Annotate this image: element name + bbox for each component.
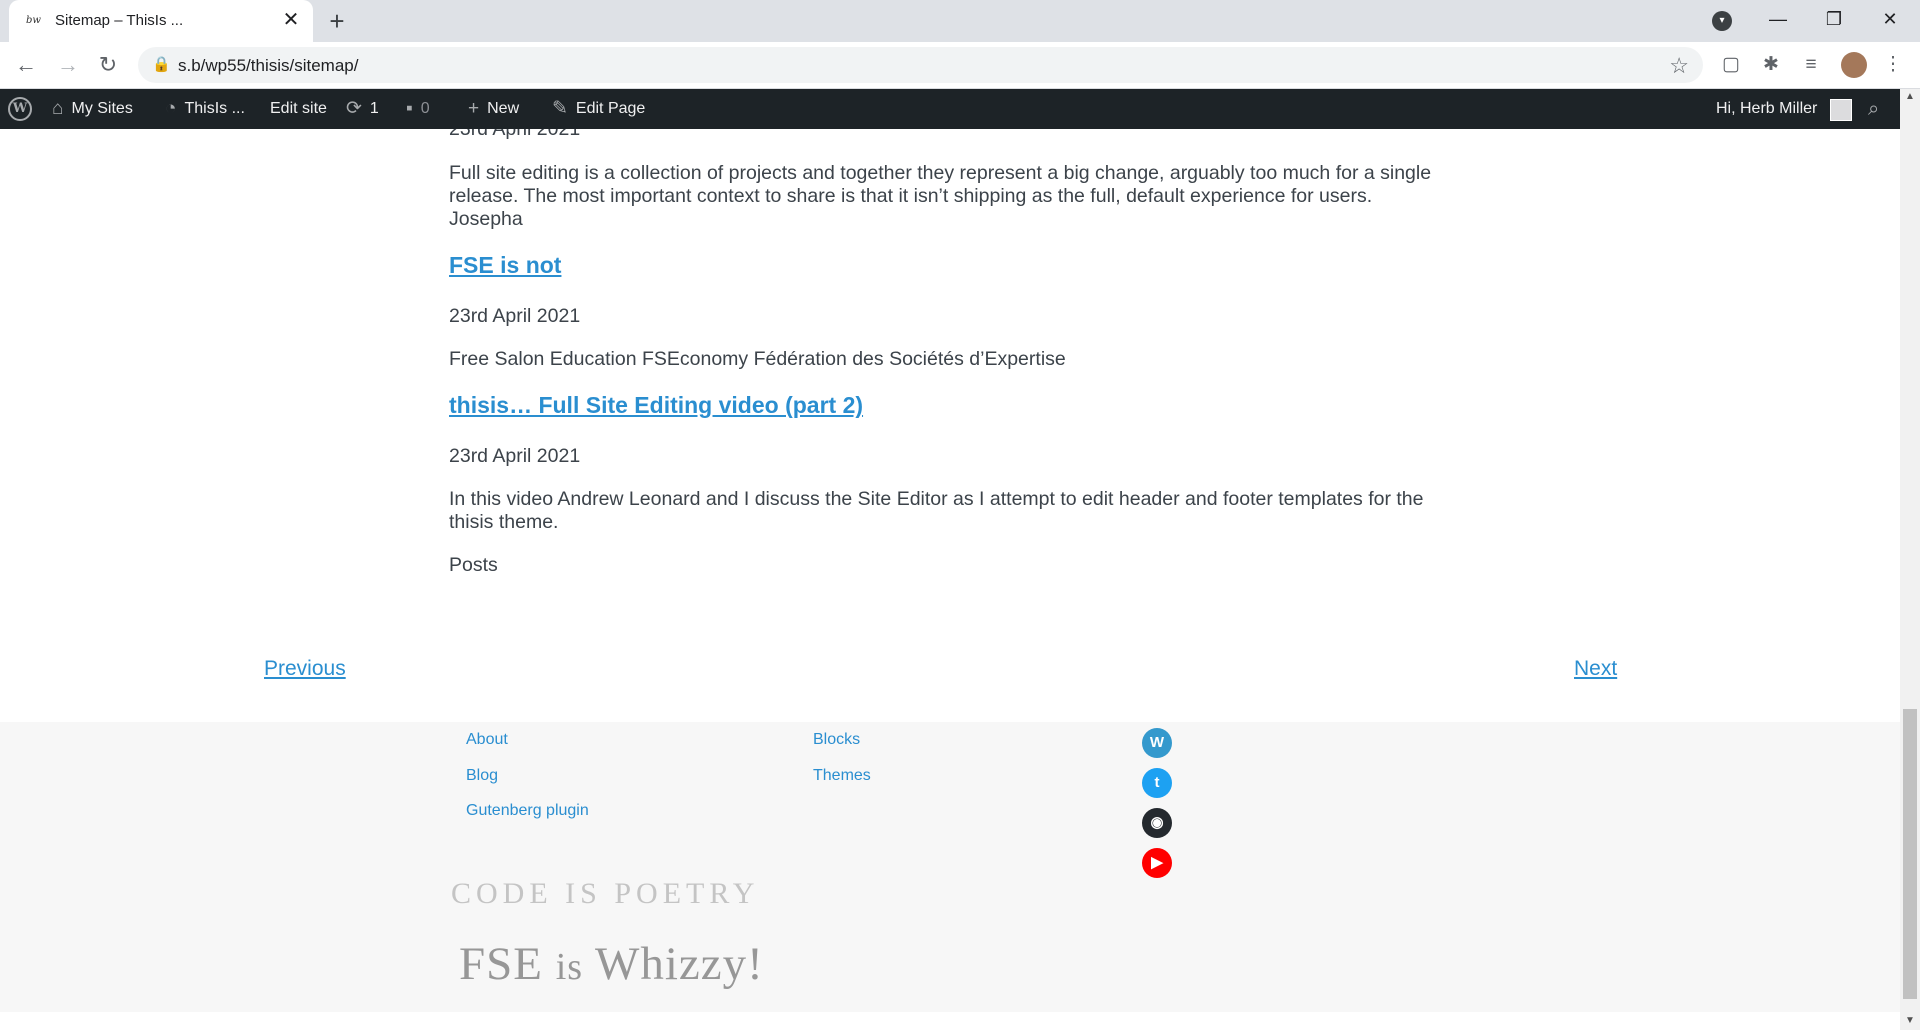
browser-tab[interactable]: bw Sitemap – ThisIs ... ✕ [9,0,313,42]
extensions-puzzle-icon[interactable]: ✱ [1758,52,1784,78]
my-sites-label: My Sites [71,100,133,118]
my-sites-icon: ⌂ [52,98,64,119]
tab-title: Sitemap – ThisIs ... [55,12,184,29]
updates-count: 1 [369,100,379,118]
post-excerpt: Free Salon Education FSEconomy Fédératio… [449,348,1066,370]
wp-admin-bar: W ⌂ My Sites ◔ ThisIs ... Edit site ⟳ 1 ▪ 0 … [0,89,1900,129]
lock-icon: 🔒 [152,56,171,73]
footer-link-gutenberg[interactable]: Gutenberg plugin [466,802,589,820]
profile-avatar[interactable] [1841,52,1867,78]
post-title-link[interactable]: FSE is not [449,254,561,277]
scrollbar-thumb[interactable] [1903,709,1917,999]
page-viewport: 23rd April 2021 Full site editing is a c… [0,129,1900,1030]
plus-icon: + [468,98,480,119]
site-name-label: ThisIs ... [184,100,245,118]
new-content-menu[interactable]: + New [468,89,519,129]
twitter-social-icon[interactable]: t [1142,768,1172,798]
address-bar[interactable]: 🔒 s.b/wp55/thisis/sitemap/ ☆ [138,47,1703,83]
site-title-part: is [555,946,584,988]
edit-page-link[interactable]: ✎ Edit Page [552,89,645,129]
edit-site-link[interactable]: Edit site [270,89,327,129]
footer-link-about[interactable]: About [466,731,508,749]
user-greeting: Hi, Herb Miller [1716,100,1818,117]
restore-button[interactable]: ❐ [1806,0,1862,38]
my-sites-menu[interactable]: ⌂ My Sites [52,89,133,129]
site-title-part: Whizzy! [595,938,764,990]
updates-icon: ⟳ [346,98,362,119]
comments-icon: ▪ [406,98,413,119]
bookmark-star-icon[interactable]: ☆ [1669,53,1689,79]
post-date: 23rd April 2021 [449,305,581,327]
comments-menu[interactable]: ▪ 0 [406,89,430,129]
media-control-icon[interactable]: ≡ [1798,52,1824,78]
post-date: 23rd April 2021 [449,129,581,140]
site-tagline: CODE IS POETRY [451,877,760,910]
post-excerpt: In this video Andrew Leonard and I discu… [449,488,1424,533]
pencil-icon: ✎ [552,98,568,119]
minimize-button[interactable]: — [1750,0,1806,38]
new-label: New [487,100,520,118]
site-title[interactable]: FSE is Whizzy! [459,937,764,991]
site-footer: About Blog Gutenberg plugin Blocks Theme… [0,722,1900,1012]
footer-link-blog[interactable]: Blog [466,767,498,785]
category-label: Posts [449,554,498,576]
extension-icon[interactable]: ▢ [1718,52,1744,78]
scroll-down-icon[interactable]: ▼ [1904,1015,1916,1027]
post-title-link[interactable]: thisis… Full Site Editing video (part 2) [449,394,863,417]
next-page-link[interactable]: Next [1574,657,1617,681]
dashboard-icon: ◔ [165,98,177,119]
address-url[interactable]: s.b/wp55/thisis/sitemap/ [178,56,358,76]
site-favicon-icon: bw [26,15,41,26]
comments-count: 0 [420,100,430,118]
wordpress-logo-icon[interactable]: W [8,97,32,121]
updates-menu[interactable]: ⟳ 1 [346,89,379,129]
admin-search-icon[interactable]: ⌕ [1868,89,1879,129]
account-menu[interactable]: Hi, Herb Miller [1716,89,1817,129]
post-date: 23rd April 2021 [449,445,581,467]
window-close-button[interactable]: ✕ [1862,0,1918,38]
post-excerpt: Full site editing is a collection of pro… [449,162,1432,230]
site-title-part: FSE [459,938,543,990]
new-tab-button[interactable]: + [322,6,352,36]
edit-site-label: Edit site [270,100,327,117]
forward-icon[interactable]: → [52,49,84,81]
browser-menu-icon[interactable]: ⋮ [1880,52,1906,78]
browser-tab-strip: bw Sitemap – ThisIs ... ✕ + ▾ — ❐ ✕ [0,0,1920,42]
scroll-up-icon[interactable]: ▲ [1904,91,1916,103]
github-social-icon[interactable]: ◉ [1142,808,1172,838]
footer-link-themes[interactable]: Themes [813,767,871,785]
footer-link-blocks[interactable]: Blocks [813,731,860,749]
user-avatar[interactable] [1830,99,1852,121]
previous-page-link[interactable]: Previous [264,657,346,681]
page-scrollbar[interactable]: ▲ ▼ [1900,89,1920,1030]
youtube-social-icon[interactable]: ▶ [1142,848,1172,878]
wordpress-social-icon[interactable]: W [1142,728,1172,758]
back-icon[interactable]: ← [10,49,42,81]
site-name-menu[interactable]: ◔ ThisIs ... [165,89,245,129]
edit-page-label: Edit Page [575,100,646,118]
tab-search-icon[interactable]: ▾ [1712,11,1732,31]
tab-close-icon[interactable]: ✕ [279,8,303,32]
reload-icon[interactable]: ↻ [92,49,124,81]
browser-toolbar: ← → ↻ 🔒 s.b/wp55/thisis/sitemap/ ☆ ▢ ✱ ≡… [0,42,1920,89]
